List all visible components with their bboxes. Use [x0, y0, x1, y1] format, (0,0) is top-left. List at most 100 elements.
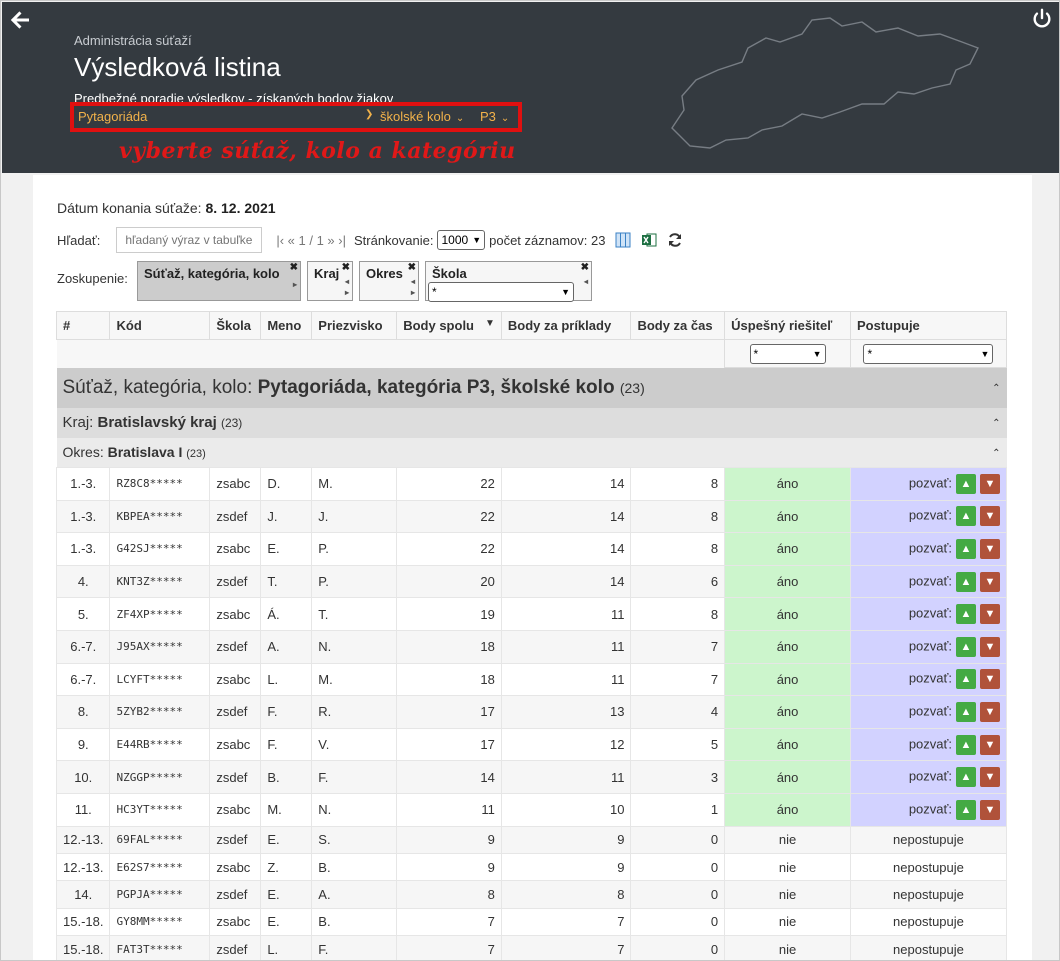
group-chip-competition[interactable]: Súťaž, kategória, kolo ✖ ▸ [137, 261, 301, 301]
arrow-left-icon[interactable]: ◂ [345, 277, 349, 286]
successful-filter-select[interactable]: * ▼ [749, 343, 826, 364]
cell-exercise-points: 11 [500, 662, 632, 697]
cell-school: zsdef [209, 499, 262, 534]
arrow-left-icon[interactable]: ◂ [584, 277, 588, 286]
school-filter-select[interactable]: * ▼ [428, 282, 574, 302]
cell-surname: B. [311, 907, 398, 937]
thumbs-down-icon[interactable]: ▼ [980, 473, 1000, 494]
col-total[interactable]: Body spolu ▼ [396, 311, 502, 340]
col-code[interactable]: Kód [109, 311, 211, 340]
competition-select[interactable]: Pytagoriáda ❯ [78, 109, 373, 124]
collapse-icon[interactable]: ⌃ [992, 448, 1000, 459]
thumbs-up-icon[interactable]: ▲ [956, 767, 976, 788]
thumbs-down-icon[interactable]: ▼ [980, 701, 1000, 722]
thumbs-up-icon[interactable]: ▲ [956, 799, 976, 820]
col-time-points[interactable]: Body za čas [630, 311, 726, 340]
app-frame: Administrácia súťaží Výsledková listina … [0, 0, 1060, 961]
group-header-okres[interactable]: Okres: Bratislava I (23) ⌃ [56, 437, 1007, 468]
chevron-down-icon: ⌄ [500, 113, 510, 124]
cell-time-points: 0 [630, 935, 726, 960]
thumbs-up-icon[interactable]: ▲ [956, 604, 976, 625]
arrow-right-icon[interactable]: ▸ [293, 280, 297, 289]
thumbs-up-icon[interactable]: ▲ [956, 701, 976, 722]
cell-surname: V. [311, 727, 398, 762]
thumbs-down-icon[interactable]: ▼ [980, 734, 1000, 755]
thumbs-up-icon[interactable]: ▲ [956, 473, 976, 494]
thumbs-down-icon[interactable]: ▼ [980, 636, 1000, 657]
filter-value: * [753, 346, 759, 361]
cell-surname: F. [311, 935, 398, 960]
columns-icon[interactable] [615, 232, 631, 248]
cell-name: E. [260, 907, 313, 937]
close-icon[interactable]: ✖ [290, 262, 298, 273]
thumbs-down-icon[interactable]: ▼ [980, 506, 1000, 527]
cell-total: 17 [396, 727, 502, 762]
page-title: Výsledková listina [74, 52, 281, 82]
cell-exercise-points: 14 [500, 564, 632, 599]
chevron-down-icon: ▼ [472, 235, 482, 245]
arrow-right-icon[interactable]: ▸ [345, 288, 349, 297]
group-header-kraj[interactable]: Kraj: Bratislavský kraj (23) ⌃ [56, 407, 1007, 438]
col-surname[interactable]: Priezvisko [311, 311, 398, 340]
cell-name: Z. [260, 852, 313, 882]
cell-surname: P. [311, 564, 398, 599]
paging-select[interactable]: 1000 ▼ [437, 230, 486, 250]
group-header-competition[interactable]: Súťaž, kategória, kolo: Pytagoriáda, kat… [56, 367, 1007, 408]
collapse-icon[interactable]: ⌃ [992, 383, 1000, 394]
category-select[interactable]: P3 ⌄ [480, 109, 509, 124]
cell-exercise-points: 13 [500, 695, 632, 729]
invite-label: pozvať: [908, 801, 952, 817]
search-input[interactable] [116, 227, 263, 253]
collapse-icon[interactable]: ⌃ [992, 418, 1000, 429]
power-icon[interactable] [1031, 8, 1053, 30]
close-icon[interactable]: ✖ [408, 262, 416, 273]
thumbs-up-icon[interactable]: ▲ [956, 734, 976, 755]
cell-successful: nie [724, 852, 851, 882]
thumbs-down-icon[interactable]: ▼ [980, 767, 1000, 788]
cell-code: ZF4XP***** [109, 597, 211, 631]
close-icon[interactable]: ✖ [581, 262, 589, 273]
arrow-left-icon[interactable]: ◂ [411, 277, 415, 286]
thumbs-up-icon[interactable]: ▲ [956, 538, 976, 559]
arrow-right-icon[interactable]: ▸ [411, 288, 415, 297]
cell-advances: pozvať: ▲ ▼ [849, 597, 1008, 631]
col-rank[interactable]: # [55, 311, 111, 340]
thumbs-up-icon[interactable]: ▲ [956, 636, 976, 657]
thumbs-down-icon[interactable]: ▼ [980, 604, 1000, 625]
cell-name: J. [260, 499, 313, 534]
cell-advances: pozvať: ▲ ▼ [849, 629, 1008, 664]
slovakia-map-outline [671, 17, 979, 149]
cell-rank: 12.-13. [55, 825, 111, 854]
group-chip-skola[interactable]: Škola ✖ ◂ * ▼ [425, 261, 592, 302]
col-successful[interactable]: Úspešný riešiteľ [724, 311, 851, 340]
thumbs-down-icon[interactable]: ▼ [980, 669, 1000, 690]
advances-filter-select[interactable]: * ▼ [863, 343, 994, 364]
round-select[interactable]: školské kolo ⌄ [380, 109, 464, 124]
thumbs-down-icon[interactable]: ▼ [980, 799, 1000, 820]
col-exercise-points[interactable]: Body za príklady [500, 311, 632, 340]
group-name: Bratislava I [107, 444, 183, 461]
thumbs-up-icon[interactable]: ▲ [956, 669, 976, 690]
group-chip-label: Okres [366, 266, 403, 281]
pager[interactable]: |‹ « 1 / 1 » ›| [276, 233, 346, 248]
thumbs-up-icon[interactable]: ▲ [956, 506, 976, 527]
col-advances[interactable]: Postupuje [849, 311, 1008, 340]
excel-export-icon[interactable] [641, 232, 657, 248]
competition-select-value: Pytagoriáda [78, 109, 148, 124]
thumbs-down-icon[interactable]: ▼ [980, 538, 1000, 559]
thumbs-up-icon[interactable]: ▲ [956, 571, 976, 592]
cell-rank: 15.-18. [55, 935, 111, 960]
col-name[interactable]: Meno [260, 311, 313, 340]
cell-surname: A. [311, 880, 398, 909]
cell-successful: áno [724, 597, 851, 631]
group-chip-kraj[interactable]: Kraj ✖ ◂ ▸ [307, 261, 353, 301]
refresh-icon[interactable] [667, 232, 683, 248]
cell-code: PGPJA***** [109, 880, 211, 909]
close-icon[interactable]: ✖ [342, 262, 350, 273]
group-chip-okres[interactable]: Okres ✖ ◂ ▸ [359, 261, 419, 301]
back-arrow-icon[interactable] [8, 8, 32, 32]
grouping-label: Zoskupenie: [57, 271, 128, 286]
col-school[interactable]: Škola [209, 311, 262, 340]
thumbs-down-icon[interactable]: ▼ [980, 571, 1000, 592]
cell-name: D. [260, 467, 313, 501]
